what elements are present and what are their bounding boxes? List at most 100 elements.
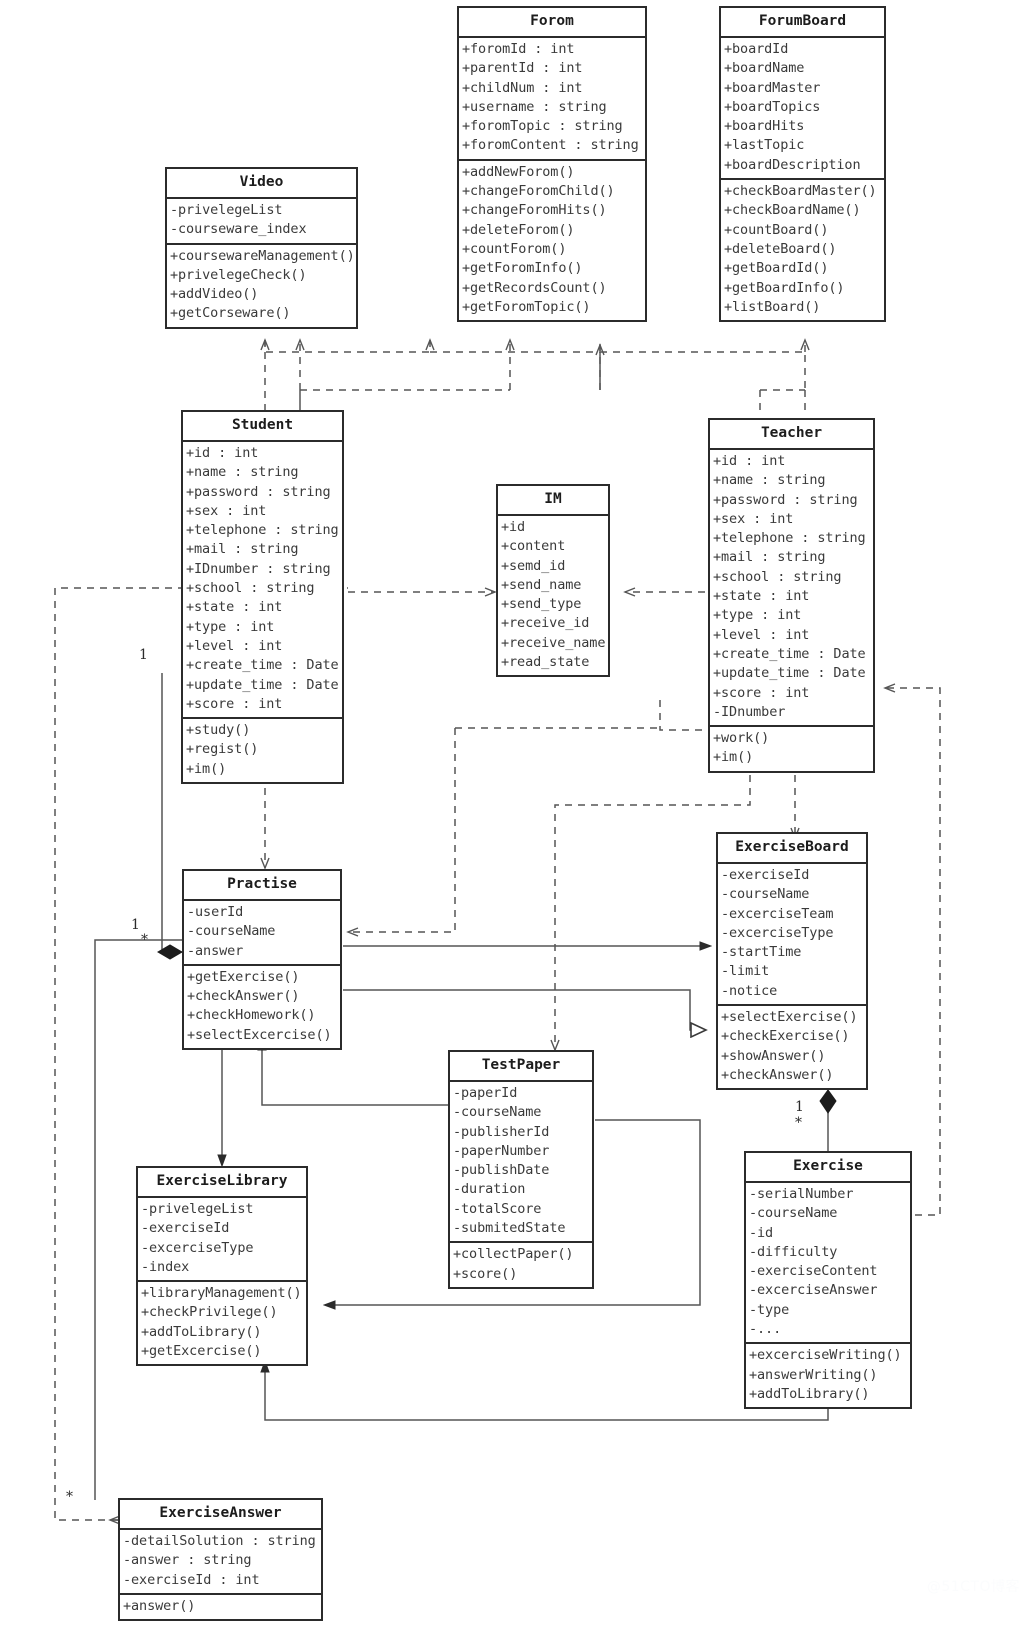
method-row: +answerWriting() (749, 1366, 878, 1383)
class-attributes-exerciselibrary: -privelegeList -exerciseId -excerciseTyp… (138, 1198, 306, 1283)
attribute-row: +state : int (713, 588, 810, 605)
attribute-row: +username : string (462, 98, 607, 115)
method-row: +deleteBoard() (724, 240, 837, 257)
attribute-row: +password : string (713, 491, 858, 508)
method-row: +excerciseWriting() (749, 1347, 902, 1364)
method-row: +libraryManagement() (141, 1285, 302, 1302)
attribute-row: +receive_name (501, 634, 606, 651)
attribute-row: -limit (721, 963, 770, 980)
uml-class-exerciseanswer[interactable]: ExerciseAnswer -detailSolution : string … (118, 1498, 323, 1622)
multiplicity-exercise-many: * (795, 1115, 802, 1131)
class-methods-student: +study() +regist() +im() (183, 719, 342, 782)
method-row: +showAnswer() (721, 1047, 826, 1064)
class-methods-testpaper: +collectPaper() +score() (450, 1243, 592, 1287)
attribute-row: +mail : string (713, 549, 826, 566)
attribute-row: +id : int (186, 445, 259, 461)
attribute-row: +telephone : string (713, 530, 866, 547)
uml-class-exercise[interactable]: Exercise -serialNumber -courseName -id -… (744, 1151, 912, 1410)
attribute-row: -courseName (453, 1104, 542, 1121)
method-row: +getBoardInfo() (724, 279, 845, 296)
class-title-teacher: Teacher (710, 420, 873, 450)
method-row: +countForom() (462, 240, 567, 257)
method-row: +checkBoardName() (724, 202, 861, 219)
method-row: +addToLibrary() (749, 1385, 870, 1402)
uml-class-exerciselibrary[interactable]: ExerciseLibrary -privelegeList -exercise… (136, 1166, 308, 1367)
class-methods-exercise: +excerciseWriting() +answerWriting() +ad… (746, 1344, 910, 1407)
attribute-row: -courseName (721, 886, 810, 903)
attribute-row: +password : string (186, 483, 331, 500)
class-title-exercise: Exercise (746, 1153, 910, 1183)
attribute-row: -excerciseAnswer (749, 1282, 878, 1299)
attribute-row: -index (141, 1258, 190, 1275)
attribute-row: +send_name (501, 576, 582, 593)
uml-diagram-canvas: Forom +foromId : int +parentId : int +ch… (0, 0, 1028, 1634)
multiplicity-exerciseanswer-many: * (66, 1489, 73, 1505)
attribute-row: -courseware_index (170, 221, 307, 238)
attribute-row: +school : string (186, 580, 315, 597)
uml-class-practise[interactable]: Practise -userId -courseName -answer +ge… (182, 869, 342, 1051)
method-row: +im() (713, 749, 754, 766)
attribute-row: -privelegeList (141, 1201, 254, 1217)
attribute-row: +level : int (713, 626, 810, 643)
method-row: +regist() (186, 741, 259, 758)
attribute-row: +score : int (713, 684, 810, 701)
attribute-row: -answer : string (123, 1552, 252, 1569)
uml-class-teacher[interactable]: Teacher +id : int +name : string +passwo… (708, 418, 875, 773)
attribute-row: +foromId : int (462, 41, 575, 57)
class-methods-practise: +getExercise() +checkAnswer() +checkHome… (184, 966, 340, 1048)
multiplicity-exercise-one: 1 (795, 1099, 804, 1115)
attribute-row: -duration (453, 1181, 526, 1198)
method-row: +checkHomework() (187, 1007, 316, 1024)
class-title-exerciselibrary: ExerciseLibrary (138, 1168, 306, 1198)
class-attributes-forumboard: +boardId +boardName +boardMaster +boardT… (721, 38, 884, 181)
attribute-row: -excerciseType (721, 924, 834, 941)
attribute-row: +name : string (713, 472, 826, 489)
attribute-row: +type : int (713, 607, 802, 624)
attribute-row: +read_state (501, 654, 590, 671)
class-methods-exerciseanswer: +answer() (120, 1595, 321, 1619)
attribute-row: -serialNumber (749, 1186, 854, 1202)
class-attributes-exerciseboard: -exerciseId -courseName -excerciseTeam -… (718, 864, 866, 1007)
uml-class-video[interactable]: Video -privelegeList -courseware_index +… (165, 167, 358, 329)
attribute-row: +sex : int (186, 502, 267, 519)
method-row: +study() (186, 722, 251, 739)
method-row: +listBoard() (724, 298, 821, 315)
attribute-row: -privelegeList (170, 202, 283, 218)
attribute-row: -paperId (453, 1085, 518, 1101)
attribute-row: +IDnumber : string (186, 560, 331, 577)
uml-class-forumboard[interactable]: ForumBoard +boardId +boardName +boardMas… (719, 6, 886, 323)
multiplicity-practise-many: * (141, 932, 148, 948)
class-attributes-student: +id : int +name : string +password : str… (183, 442, 342, 720)
attribute-row: -submitedState (453, 1220, 566, 1237)
attribute-row: -courseName (187, 923, 276, 940)
attribute-row: -IDnumber (713, 703, 786, 720)
class-title-forom: Forom (459, 8, 645, 38)
method-row: +checkExercise() (721, 1028, 850, 1045)
attribute-row: -id (749, 1224, 774, 1241)
class-methods-teacher: +work() +im() (710, 727, 873, 771)
attribute-row: +content (501, 538, 566, 555)
attribute-row: +create_time : Date (713, 645, 866, 662)
uml-class-forom[interactable]: Forom +foromId : int +parentId : int +ch… (457, 6, 647, 323)
class-methods-video: +coursewareManagement() +privelegeCheck(… (167, 245, 356, 327)
multiplicity-student-one: 1 (139, 647, 148, 663)
class-title-exerciseboard: ExerciseBoard (718, 834, 866, 864)
attribute-row: +boardTopics (724, 98, 821, 115)
class-title-video: Video (167, 169, 356, 199)
attribute-row: -exerciseId : int (123, 1571, 260, 1588)
method-row: +checkAnswer() (187, 988, 300, 1005)
attribute-row: +boardHits (724, 118, 805, 135)
attribute-row: -notice (721, 982, 778, 999)
class-attributes-practise: -userId -courseName -answer (184, 901, 340, 966)
uml-class-im[interactable]: IM +id +content +semd_id +send_name +sen… (496, 484, 610, 678)
class-title-practise: Practise (184, 871, 340, 901)
uml-class-student[interactable]: Student +id : int +name : string +passwo… (181, 410, 344, 785)
attribute-row: +lastTopic (724, 137, 805, 154)
uml-class-testpaper[interactable]: TestPaper -paperId -courseName -publishe… (448, 1050, 594, 1289)
uml-class-exerciseboard[interactable]: ExerciseBoard -exerciseId -courseName -e… (716, 832, 868, 1091)
attribute-row: +foromTopic : string (462, 118, 623, 135)
attribute-row: +state : int (186, 599, 283, 616)
attribute-row: +boardMaster (724, 79, 821, 96)
class-attributes-exercise: -serialNumber -courseName -id -difficult… (746, 1183, 910, 1345)
method-row: +changeForomChild() (462, 183, 615, 200)
